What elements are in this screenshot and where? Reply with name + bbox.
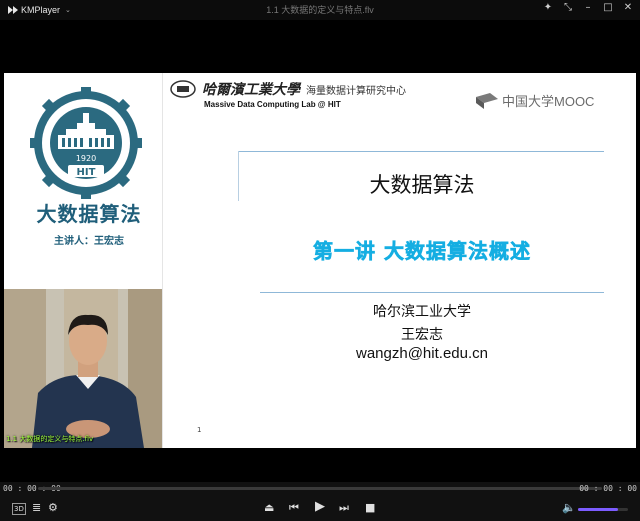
eject-icon[interactable]: ⏏ — [264, 500, 274, 516]
lecturer-name: 王宏志 — [401, 327, 443, 343]
hit-logo: 1920 HIT — [30, 87, 142, 199]
divider-bottom — [260, 292, 604, 293]
maximize-icon[interactable]: □ — [602, 2, 614, 13]
slide-frame: 1920 HIT 大数据算法 主讲人：王宏志 1.1 大数据的定义与特点.flv… — [4, 73, 636, 448]
divider-top — [238, 151, 604, 152]
seek-bar[interactable] — [38, 487, 602, 490]
slide-subtitle: 第一讲 大数据算法概述 — [313, 239, 531, 264]
mooc-logo-icon — [476, 92, 498, 109]
logo-year: 1920 — [76, 154, 96, 163]
lecturer-video: 1.1 大数据的定义与特点.flv — [4, 289, 162, 448]
slide-title: 大数据算法 — [369, 173, 475, 197]
page-number: 1 — [197, 426, 202, 434]
logo-text: HIT — [77, 167, 96, 178]
title-bar: KMPlayer ⌄ 1.1 大数据的定义与特点.flv ✦ ⤡ – □ ✕ — [0, 0, 640, 20]
seek-row: 00 : 00 : 00 00 : 00 : 00 — [0, 482, 640, 496]
3d-toggle-button[interactable]: 3D — [12, 503, 26, 515]
chevron-down-icon: ⌄ — [65, 7, 71, 14]
pin-icon[interactable]: ✦ — [542, 2, 554, 13]
kmplayer-logo-icon — [8, 6, 18, 14]
hit-emblem-icon — [170, 80, 196, 98]
volume-slider[interactable] — [578, 508, 628, 511]
stop-icon[interactable]: ■ — [365, 500, 375, 516]
minimize-icon[interactable]: – — [582, 2, 594, 13]
restore-arrows-icon[interactable]: ⤡ — [562, 2, 574, 13]
university-name: 哈尔滨工业大学 — [373, 304, 471, 320]
volume-level — [578, 508, 618, 511]
previous-icon[interactable]: ⏮ — [289, 500, 299, 516]
control-bar: 3D ≣ ⚙ ⏏ ⏮ ▶ ⏭ ■ 🔈 — [0, 496, 640, 521]
left-panel: 1920 HIT 大数据算法 主讲人：王宏志 1.1 大数据的定义与特点.flv — [4, 73, 163, 448]
lecturer-email: wangzh@hit.edu.cn — [356, 345, 488, 362]
video-caption: 1.1 大数据的定义与特点.flv — [6, 435, 94, 443]
close-icon[interactable]: ✕ — [622, 2, 634, 13]
hit-name: 哈爾濱工業大學 — [202, 82, 300, 98]
hit-lab: Massive Data Computing Lab @ HIT — [204, 100, 341, 109]
total-time: 00 : 00 : 00 — [579, 484, 637, 493]
volume-icon[interactable]: 🔈 — [562, 500, 576, 516]
app-menu-button[interactable]: KMPlayer ⌄ — [0, 5, 71, 15]
lecturer-figure — [32, 314, 144, 448]
teacher-label: 主讲人：王宏志 — [54, 236, 124, 247]
gear-icon[interactable]: ⚙ — [48, 500, 58, 516]
mooc-brand: 中国大学MOOC — [476, 91, 594, 110]
play-icon[interactable]: ▶ — [315, 499, 325, 515]
video-area[interactable]: 1920 HIT 大数据算法 主讲人：王宏志 1.1 大数据的定义与特点.flv… — [0, 20, 640, 482]
app-name: KMPlayer — [21, 5, 61, 15]
next-icon[interactable]: ⏭ — [339, 500, 349, 516]
course-title: 大数据算法 — [36, 202, 142, 226]
divider-vertical — [238, 151, 239, 201]
playlist-icon[interactable]: ≣ — [32, 500, 41, 516]
hit-center: 海量数据计算研究中心 — [306, 85, 406, 97]
mooc-label: 中国大学MOOC — [502, 94, 595, 109]
